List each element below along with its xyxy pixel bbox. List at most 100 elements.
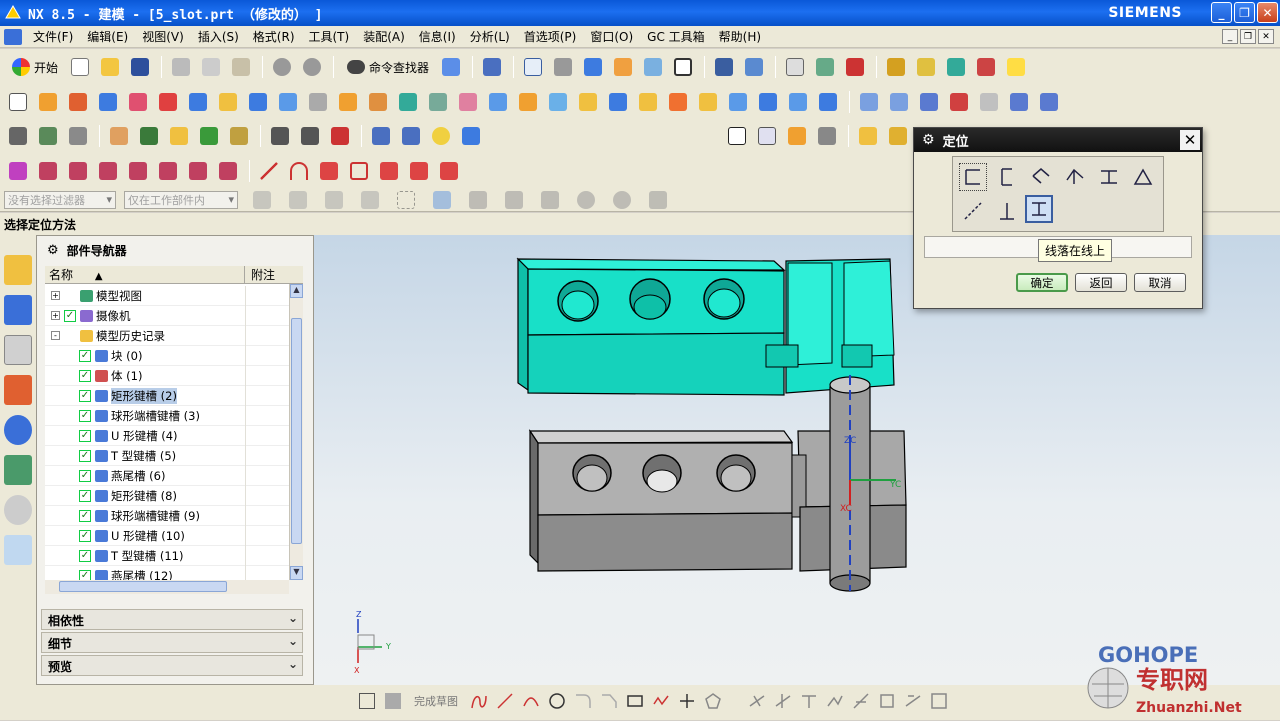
visibility-checkbox[interactable]: ✓	[79, 449, 91, 462]
constraints-icon[interactable]	[824, 690, 846, 712]
snap-intersection-icon[interactable]	[356, 187, 384, 213]
ruled-icon[interactable]	[975, 89, 1003, 115]
mirror-icon[interactable]	[724, 89, 752, 115]
point-onto-point-icon[interactable]	[959, 197, 987, 225]
thread-icon[interactable]	[334, 89, 362, 115]
back-button[interactable]: 返回	[1075, 273, 1127, 292]
visibility-checkbox[interactable]: ✓	[79, 389, 91, 402]
menu-insert[interactable]: 插入(S)	[191, 28, 246, 45]
column-name[interactable]: 名称 ▲	[45, 266, 245, 283]
fit-view-icon[interactable]	[519, 54, 547, 80]
web-browser-tab[interactable]	[4, 415, 32, 445]
finish-sketch-button[interactable]: 完成草图	[408, 693, 464, 709]
surface-icon[interactable]	[694, 89, 722, 115]
vertical-position-icon[interactable]	[993, 163, 1021, 191]
visibility-checkbox[interactable]: ✓	[79, 369, 91, 382]
type-filter-select[interactable]: 没有选择过滤器	[4, 190, 116, 209]
ruler-icon[interactable]	[1002, 54, 1030, 80]
extension-icon[interactable]	[1035, 89, 1063, 115]
menu-view[interactable]: 视图(V)	[135, 28, 191, 45]
table-icon[interactable]	[781, 54, 809, 80]
check-geometry-icon[interactable]	[813, 123, 841, 149]
restore-button[interactable]: ❐	[1234, 2, 1255, 23]
arc-snap-icon[interactable]	[536, 187, 564, 213]
cylinder-icon[interactable]	[124, 89, 152, 115]
quick-extend-icon[interactable]	[772, 690, 794, 712]
auto-constrain-icon[interactable]	[850, 690, 872, 712]
reuse-library-tab[interactable]	[4, 375, 32, 405]
render-style-icon[interactable]	[579, 54, 607, 80]
inferred-dimension-icon[interactable]	[902, 690, 924, 712]
block-icon[interactable]	[94, 89, 122, 115]
close-window-button[interactable]: ✕	[1257, 2, 1278, 23]
gear-icon[interactable]: ⚙	[922, 132, 935, 148]
sketch-line-icon[interactable]	[494, 690, 516, 712]
point-icon[interactable]	[676, 690, 698, 712]
visibility-checkbox[interactable]: ✓	[79, 409, 91, 422]
spreadsheet-icon[interactable]	[753, 123, 781, 149]
point-snap-icon[interactable]	[464, 187, 492, 213]
visibility-checkbox[interactable]: ✓	[79, 429, 91, 442]
command-finder-button[interactable]: 命令查找器	[339, 55, 437, 79]
perpendicular-position-icon[interactable]	[1061, 163, 1089, 191]
constraint-navigator-tab[interactable]	[4, 295, 32, 325]
arc-icon[interactable]	[285, 158, 313, 184]
snap-end-icon[interactable]	[248, 187, 276, 213]
edge-blend-icon[interactable]	[484, 89, 512, 115]
ring-icon[interactable]	[427, 123, 455, 149]
orient-view-icon[interactable]	[549, 54, 577, 80]
chamfer-curve-icon[interactable]	[326, 123, 354, 149]
studio-spline-sketch-icon[interactable]	[650, 690, 672, 712]
synchronous-move-icon[interactable]	[34, 158, 62, 184]
expand-icon[interactable]: +	[51, 311, 60, 320]
replace-face-icon[interactable]	[94, 158, 122, 184]
visibility-checkbox[interactable]: ✓	[79, 469, 91, 482]
boolean-icon[interactable]	[394, 89, 422, 115]
tree-vertical-scrollbar[interactable]: ▲ ▼	[289, 284, 303, 580]
tree-row[interactable]: ✓ T 型键槽 (11)	[45, 546, 289, 566]
scroll-down-icon[interactable]: ▼	[290, 566, 303, 580]
sketch-arc-icon[interactable]	[520, 690, 542, 712]
mdi-minimize-button[interactable]: _	[1222, 29, 1238, 44]
menu-file[interactable]: 文件(F)	[26, 28, 80, 45]
new-file-icon[interactable]	[66, 54, 94, 80]
redo-icon[interactable]	[298, 54, 326, 80]
measure-body-icon[interactable]	[783, 123, 811, 149]
mirror-face-icon[interactable]	[214, 158, 242, 184]
revolve-icon[interactable]	[64, 89, 92, 115]
quadrant-snap-icon[interactable]	[608, 187, 636, 213]
visibility-checkbox[interactable]: ✓	[79, 549, 91, 562]
copy-icon[interactable]	[197, 54, 225, 80]
tree-row[interactable]: ✓ 球形端槽键槽 (9)	[45, 506, 289, 526]
parallel-at-distance-icon[interactable]	[1095, 163, 1123, 191]
ok-button[interactable]: 确定	[1016, 273, 1068, 292]
angular-position-icon[interactable]	[1129, 163, 1157, 191]
chamfer-icon[interactable]	[514, 89, 542, 115]
system-materials-tab[interactable]	[4, 535, 32, 565]
bounded-plane-icon[interactable]	[945, 89, 973, 115]
tree-horizontal-scrollbar[interactable]	[45, 580, 289, 594]
tree-row[interactable]: ✓ 矩形键槽 (8)	[45, 486, 289, 506]
tree-row[interactable]: ✓ 体 (1)	[45, 366, 289, 386]
tree-row[interactable]: + 模型视图	[45, 286, 289, 306]
visibility-checkbox[interactable]: ✓	[79, 569, 91, 580]
intersection-curve-icon[interactable]	[435, 158, 463, 184]
sketch-icon[interactable]	[4, 89, 32, 115]
tree-row[interactable]: ✓ 块 (0)	[45, 346, 289, 366]
grid-snap-icon[interactable]	[972, 54, 1000, 80]
pocket-icon[interactable]	[274, 89, 302, 115]
cone-icon[interactable]	[154, 89, 182, 115]
shell-icon[interactable]	[544, 89, 572, 115]
tree-row[interactable]: ✓ 球形端槽键槽 (3)	[45, 406, 289, 426]
cancel-button[interactable]: 取消	[1134, 273, 1186, 292]
make-corner-icon[interactable]	[798, 690, 820, 712]
dependencies-section[interactable]: 相依性 ⌄	[41, 609, 303, 630]
through-curves-icon[interactable]	[855, 89, 883, 115]
polygon-sketch-icon[interactable]	[702, 690, 724, 712]
play-icon[interactable]	[942, 54, 970, 80]
unite-icon[interactable]	[454, 89, 482, 115]
start-button[interactable]: 开始	[4, 55, 66, 79]
rect-select-icon[interactable]	[392, 187, 420, 213]
tree-row[interactable]: ✓ 矩形键槽 (2)	[45, 386, 289, 406]
datum-icon[interactable]	[424, 89, 452, 115]
